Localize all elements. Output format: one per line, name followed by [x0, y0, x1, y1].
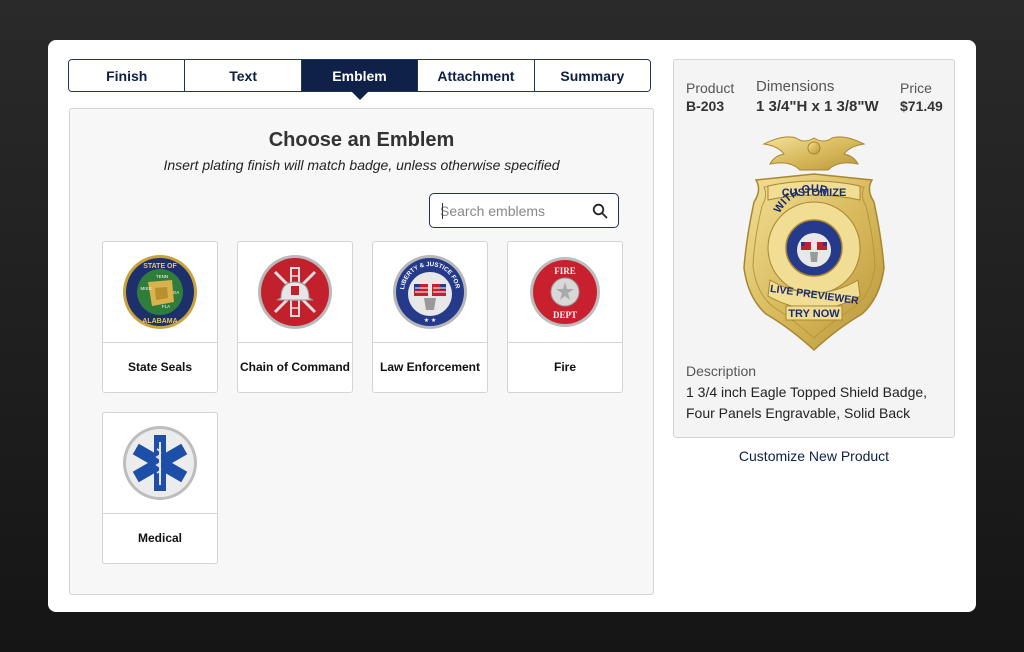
search-box[interactable]	[429, 193, 619, 228]
panel-subtitle: Insert plating finish will match badge, …	[163, 157, 560, 173]
liberty-justice-emblem-icon: LIBERTY & JUSTICE FOR ALL ★ ★	[392, 254, 467, 329]
tab-text[interactable]: Text	[185, 60, 302, 91]
step-tabs: Finish Text Emblem Attachment Summary	[68, 59, 651, 100]
description-text: 1 3/4 inch Eagle Topped Shield Badge, Fo…	[686, 384, 928, 421]
emblem-card-state-seals[interactable]: STATE OF ALABAMA TENN MISS GA FLA State …	[102, 241, 218, 393]
text-caret	[442, 203, 443, 219]
emblem-card-law-enforcement[interactable]: LIBERTY & JUSTICE FOR ALL ★ ★ Law Enforc…	[372, 241, 488, 393]
tab-emblem[interactable]: Emblem	[301, 60, 419, 100]
fire-helmet-emblem-icon	[258, 255, 332, 329]
svg-text:ALABAMA: ALABAMA	[142, 318, 177, 325]
svg-text:FLA: FLA	[162, 304, 170, 309]
star-of-life-emblem-icon	[123, 426, 197, 500]
eagle-shield-badge-icon: CUSTOMIZE WITH OUR LIVE PREVIEWER TRY NO…	[743, 136, 885, 352]
emblem-card-chain-of-command[interactable]: Chain of Command	[237, 241, 353, 393]
state-seal-emblem-icon: STATE OF ALABAMA TENN MISS GA FLA	[123, 255, 197, 329]
svg-text:TENN: TENN	[156, 274, 168, 279]
panel-title: Choose an Emblem	[268, 129, 455, 151]
svg-text:MISS: MISS	[140, 286, 151, 291]
product-info-box: Product B-203 Dimensions 1 3/4"H x 1 3/8…	[673, 59, 955, 438]
svg-text:GA: GA	[173, 290, 180, 295]
badge-preview[interactable]: CUSTOMIZE WITH OUR LIVE PREVIEWER TRY NO…	[734, 130, 894, 352]
product-code: B-203	[686, 98, 725, 114]
price-value: $71.49	[900, 98, 943, 114]
svg-text:★ ★: ★ ★	[424, 317, 436, 324]
tab-summary[interactable]: Summary	[534, 60, 651, 91]
emblem-card-fire[interactable]: FIRE DEPT Fire	[507, 241, 623, 393]
price-label: Price	[900, 80, 932, 96]
search-input[interactable]	[440, 202, 590, 220]
tab-attachment[interactable]: Attachment	[418, 60, 535, 91]
svg-text:FIRE: FIRE	[554, 266, 576, 276]
dimensions-value: 1 3/4"H x 1 3/8"W	[756, 98, 879, 115]
emblem-label: Law Enforcement	[379, 360, 481, 374]
emblem-label: Medical	[137, 531, 182, 545]
emblem-label: State Seals	[127, 360, 193, 374]
emblem-card-medical[interactable]: Medical	[102, 412, 218, 564]
fire-dept-emblem-icon: FIRE DEPT	[530, 257, 600, 327]
product-customizer-card: Finish Text Emblem Attachment Summary Ch…	[48, 40, 976, 612]
customize-new-product-link[interactable]: Customize New Product	[673, 448, 955, 464]
emblem-panel: Choose an Emblem Insert plating finish w…	[69, 108, 654, 595]
emblem-label: Fire	[553, 360, 576, 374]
tab-finish[interactable]: Finish	[69, 60, 186, 91]
svg-text:DEPT: DEPT	[553, 310, 577, 320]
svg-text:TRY NOW: TRY NOW	[788, 308, 840, 320]
product-label: Product	[686, 80, 735, 96]
dimensions-label: Dimensions	[756, 78, 835, 95]
description-label: Description	[686, 363, 757, 379]
emblem-label: Chain of Command	[240, 360, 350, 374]
search-icon[interactable]	[592, 203, 608, 219]
svg-text:STATE OF: STATE OF	[143, 263, 177, 270]
